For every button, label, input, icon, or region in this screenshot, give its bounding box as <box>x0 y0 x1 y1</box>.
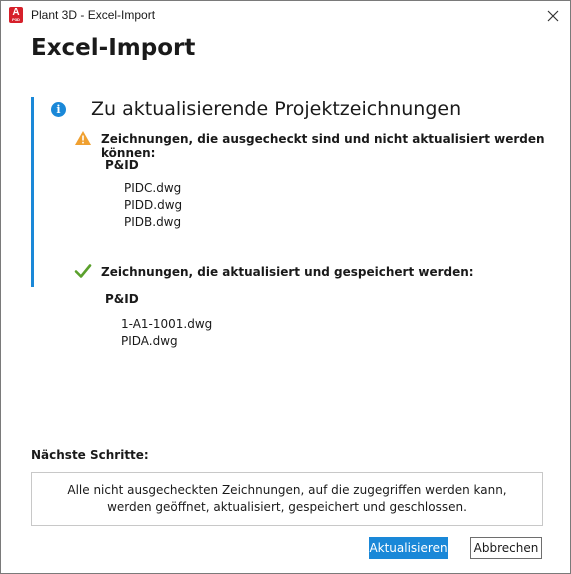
updated-group-title: Zeichnungen, die aktualisiert und gespei… <box>101 265 474 279</box>
checked-out-group-title: Zeichnungen, die ausgecheckt sind und ni… <box>101 132 545 160</box>
file-item: 1-A1-1001.dwg <box>121 317 213 331</box>
next-steps-label: Nächste Schritte: <box>31 448 149 462</box>
file-item: PIDA.dwg <box>121 334 178 348</box>
page-title: Excel-Import <box>31 35 196 61</box>
window-title: Plant 3D - Excel-Import <box>31 8 156 22</box>
info-icon: i <box>51 102 66 117</box>
file-item: PIDC.dwg <box>124 181 182 195</box>
dialog-window: A P3D Plant 3D - Excel-Import Excel-Impo… <box>0 0 571 574</box>
checkmark-icon <box>74 264 92 278</box>
app-icon-sub: P3D <box>12 17 20 22</box>
section-title: Zu aktualisierende Projektzeichnungen <box>91 98 462 120</box>
info-accent-bar <box>31 97 34 287</box>
next-steps-box: Alle nicht ausgecheckten Zeichnungen, au… <box>31 472 543 526</box>
title-bar[interactable]: A P3D Plant 3D - Excel-Import <box>1 1 570 31</box>
file-item: PIDD.dwg <box>124 198 183 212</box>
next-steps-line: werden geöffnet, aktualisiert, gespeiche… <box>107 500 467 514</box>
close-button[interactable] <box>536 1 570 31</box>
close-icon <box>547 10 559 22</box>
next-steps-line: Alle nicht ausgecheckten Zeichnungen, au… <box>67 483 507 497</box>
checked-out-subhead: P&ID <box>105 158 139 172</box>
autocad-plant3d-app-icon: A P3D <box>9 7 23 23</box>
update-button[interactable]: Aktualisieren <box>369 537 448 559</box>
file-item: PIDB.dwg <box>124 215 182 229</box>
updated-subhead: P&ID <box>105 292 139 306</box>
cancel-button[interactable]: Abbrechen <box>470 537 542 559</box>
warning-icon <box>75 131 91 145</box>
